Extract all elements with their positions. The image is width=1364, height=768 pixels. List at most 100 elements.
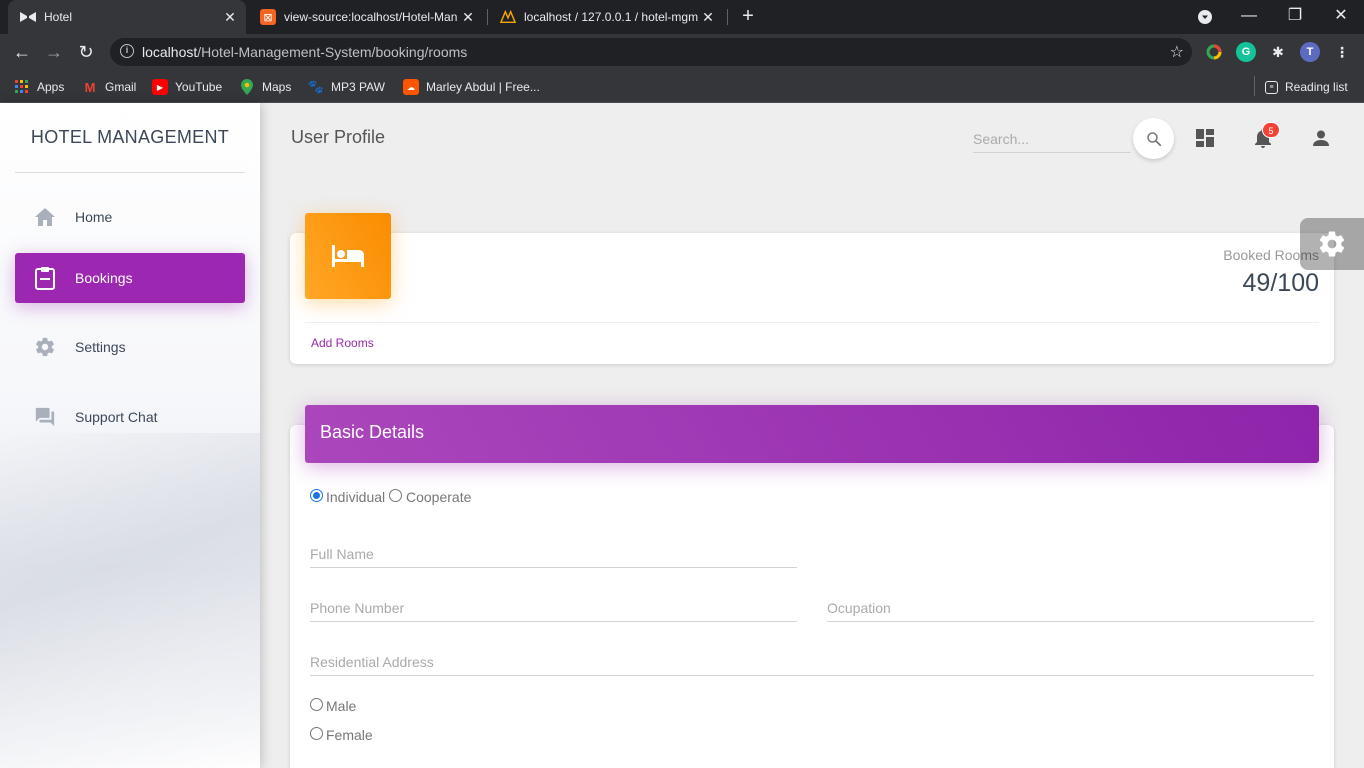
notification-badge: 5 [1262,122,1280,138]
reload-icon[interactable]: ↻ [74,40,98,64]
youtube-icon: ▶ [152,79,168,95]
new-tab-icon[interactable]: + [737,5,759,27]
stat-divider [305,322,1319,323]
bookmark-apps[interactable]: Apps [14,77,64,97]
radio-female[interactable] [310,727,323,740]
bookmark-label: Maps [262,80,292,94]
gear-icon [33,335,57,359]
tab-hotel[interactable]: Hotel ✕ [8,0,246,34]
tab-view-source[interactable]: ⊠ view-source:localhost/Hotel-Man ✕ [248,0,484,34]
tab-title: view-source:localhost/Hotel-Man [284,10,458,24]
grammarly-icon[interactable]: G [1236,42,1256,62]
bookmarks-separator [1254,76,1255,96]
bookmark-label: MP3 PAW [331,80,386,94]
profile-avatar[interactable]: T [1300,42,1320,62]
browser-tab-strip: Hotel ✕ ⊠ view-source:localhost/Hotel-Ma… [0,0,1364,34]
sidebar-background-image [0,433,260,768]
forward-icon[interactable]: → [42,40,66,64]
home-icon [33,205,57,229]
card-title: Basic Details [320,422,425,442]
bookmark-soundcloud[interactable]: ☁ Marley Abdul | Free... [403,77,540,97]
xampp-icon: ⊠ [260,9,276,25]
close-tab-icon[interactable]: ✕ [698,9,718,26]
search-button[interactable] [1133,118,1174,159]
bookmark-label: Apps [37,80,65,94]
clipboard-icon [33,266,57,290]
tab-title: Hotel [44,10,73,24]
close-tab-icon[interactable]: ✕ [458,9,478,26]
extensions-puzzle-icon[interactable]: ✱ [1268,42,1288,62]
sidebar-item-home[interactable]: Home [15,192,245,242]
person-icon [1313,130,1329,146]
radio-label-female: Female [326,727,373,743]
chat-icon [33,405,57,429]
reading-list-icon: ≡ [1265,80,1278,94]
tab-phpmyadmin[interactable]: localhost / 127.0.0.1 / hotel-mgm ✕ [488,0,724,34]
sidebar-item-label: Home [75,209,113,225]
dashboard-button[interactable] [1193,126,1217,150]
bookmark-maps[interactable]: Maps [239,77,291,97]
apps-grid-icon [14,79,30,95]
tab-title: localhost / 127.0.0.1 / hotel-mgm [524,10,698,24]
search-input[interactable] [973,125,1131,153]
user-menu-button[interactable] [1309,126,1333,150]
phpmyadmin-icon [500,9,516,25]
sidebar-brand[interactable]: HOTEL MANAGEMENT [15,127,245,148]
close-tab-icon[interactable]: ✕ [220,9,240,26]
browser-menu-icon[interactable]: ⋮ [1332,42,1352,62]
stat-value: 49/100 [1242,269,1319,297]
theme-settings-button[interactable] [1300,218,1364,270]
reading-list-button[interactable]: ≡ Reading list [1265,77,1348,97]
tab-separator [727,9,728,25]
radio-male[interactable] [310,698,323,711]
bookmark-star-icon[interactable]: ☆ [1170,42,1184,62]
radio-cooperate[interactable] [389,489,402,502]
phone-number-field[interactable] [310,594,797,622]
bookmark-label: YouTube [175,80,223,94]
bowtie-icon [20,9,36,25]
bookmark-youtube[interactable]: ▶ YouTube [152,77,222,97]
bookmark-gmail[interactable]: M Gmail [82,77,137,97]
bookmark-mp3paw[interactable]: 🐾 MP3 PAW [308,77,385,97]
add-rooms-link[interactable]: Add Rooms [311,336,374,350]
dashboard-icon [1196,129,1214,147]
url-text[interactable]: localhost/Hotel-Management-System/bookin… [142,44,467,60]
restore-icon[interactable]: ❐ [1272,0,1318,34]
address-toolbar: ← → ↻ i localhost/Hotel-Management-Syste… [0,34,1364,70]
bookmarks-bar: Apps M Gmail ▶ YouTube Maps 🐾 MP3 PAW ☁ Marl… [0,70,1364,103]
stat-icon-box [305,213,391,299]
sidebar-divider [15,172,245,173]
back-icon[interactable]: ← [10,40,34,64]
paw-icon: 🐾 [307,79,325,94]
bookmark-label: Marley Abdul | Free... [426,80,540,94]
search-icon [1146,131,1161,146]
url-path: /Hotel-Management-System/booking/rooms [197,44,468,60]
close-window-icon[interactable]: ✕ [1318,0,1364,34]
omnibox[interactable]: i localhost/Hotel-Management-System/book… [110,38,1192,66]
minimize-icon[interactable]: — [1226,0,1272,34]
sidebar-item-bookings[interactable]: Bookings [15,253,245,303]
info-icon[interactable]: i [120,44,134,58]
page-title: User Profile [291,127,386,147]
reading-list-label: Reading list [1285,80,1348,94]
tab-search-icon[interactable] [1182,0,1228,34]
color-wheel-icon[interactable] [1204,42,1224,62]
sidebar-item-label: Support Chat [75,409,158,425]
booked-rooms-card [290,233,1334,364]
bed-icon [332,245,364,267]
maps-pin-icon [239,79,255,95]
sidebar: HOTEL MANAGEMENT Home Bookings Settings … [0,103,260,768]
occupation-field[interactable] [827,594,1314,622]
sidebar-item-label: Bookings [75,270,133,286]
sidebar-item-support-chat[interactable]: Support Chat [15,392,245,442]
bookmark-label: Gmail [105,80,137,94]
sidebar-item-label: Settings [75,339,126,355]
sidebar-item-settings[interactable]: Settings [15,322,245,372]
gear-icon [1319,231,1345,257]
gmail-icon: M [84,79,96,95]
full-name-field[interactable] [310,540,797,568]
url-host: localhost [142,44,198,60]
radio-individual[interactable] [310,489,323,502]
soundcloud-icon: ☁ [403,79,419,95]
residential-address-field[interactable] [310,648,1314,676]
